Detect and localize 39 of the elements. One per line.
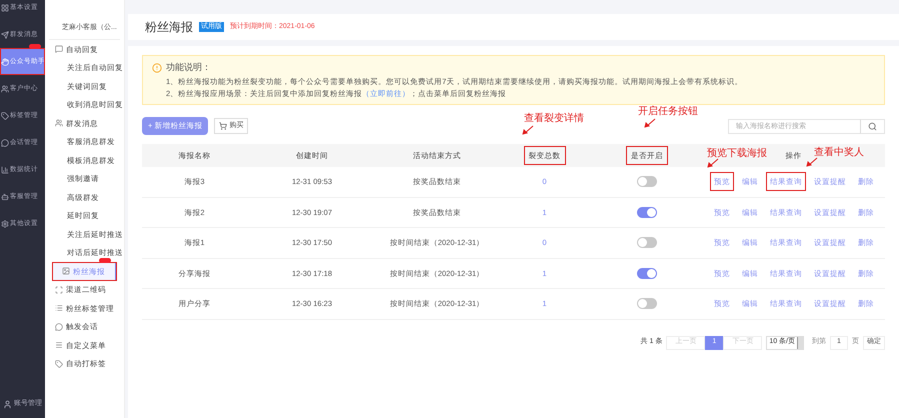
settings-icon bbox=[1, 220, 9, 228]
arrow-icon bbox=[644, 118, 656, 128]
image-icon bbox=[62, 267, 70, 276]
users-icon bbox=[1, 84, 9, 92]
menu-icon bbox=[55, 341, 63, 350]
users-icon bbox=[55, 119, 63, 128]
arrow-icon bbox=[806, 157, 818, 167]
annotation-text: 查看裂变详情 bbox=[524, 112, 584, 126]
chat-icon bbox=[1, 138, 9, 146]
warning-icon bbox=[152, 62, 162, 73]
toggle-switch[interactable] bbox=[637, 268, 657, 279]
cart-icon bbox=[219, 122, 228, 130]
chat-icon bbox=[55, 322, 63, 331]
send-icon bbox=[1, 30, 9, 38]
annotation-text: 预览下载海报 bbox=[707, 146, 767, 161]
grid-icon bbox=[1, 4, 9, 12]
toggle-switch[interactable] bbox=[637, 176, 657, 188]
new-marker bbox=[29, 44, 41, 49]
message-icon bbox=[55, 45, 63, 54]
robot-icon bbox=[1, 192, 9, 200]
arrow-icon bbox=[522, 125, 534, 135]
page-title: 粉丝海报 bbox=[145, 19, 193, 36]
toggle-switch[interactable] bbox=[637, 206, 657, 218]
search-icon bbox=[868, 122, 877, 130]
bar-chart-icon bbox=[1, 166, 9, 174]
tag-icon bbox=[55, 360, 63, 368]
scan-icon bbox=[55, 286, 63, 294]
tag-icon bbox=[1, 112, 9, 120]
annotation-text: 开启任务按钮 bbox=[638, 104, 698, 119]
notice-title: 功能说明： bbox=[166, 61, 211, 74]
annotation-text: 查看中奖人 bbox=[814, 146, 864, 160]
hand-icon bbox=[1, 58, 9, 66]
user-icon bbox=[3, 400, 12, 408]
search-button[interactable] bbox=[860, 118, 885, 134]
toggle-switch[interactable] bbox=[637, 237, 657, 248]
arrow-icon bbox=[707, 158, 719, 168]
list-icon bbox=[55, 304, 63, 312]
toggle-switch[interactable] bbox=[637, 298, 657, 310]
new-marker bbox=[99, 258, 111, 263]
